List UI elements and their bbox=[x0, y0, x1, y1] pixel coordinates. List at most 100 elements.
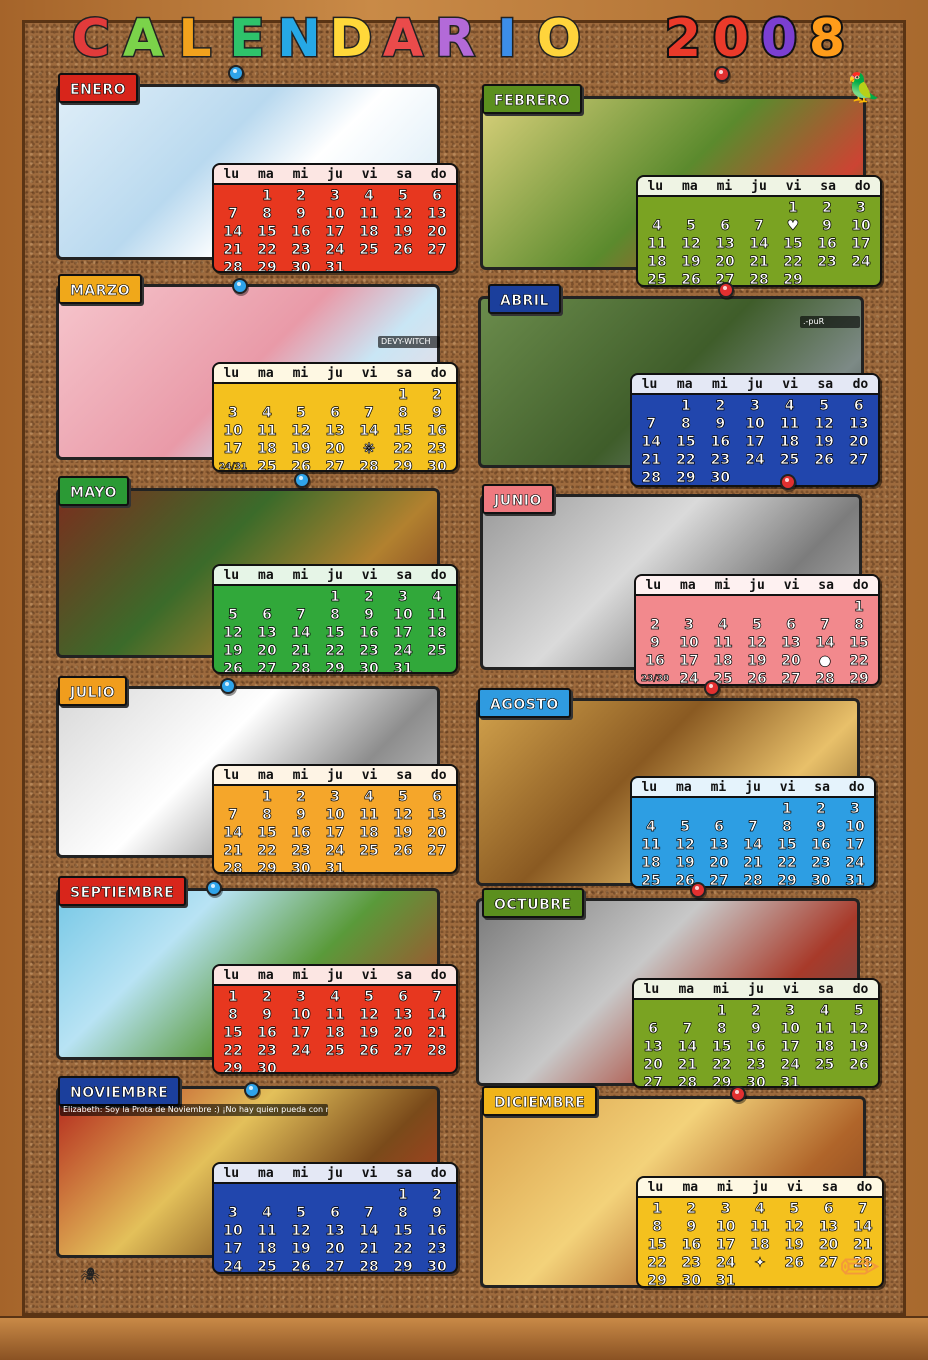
month-label: JULIO bbox=[58, 676, 128, 706]
day-cell: 13 bbox=[325, 423, 345, 440]
push-pin-icon bbox=[780, 474, 796, 490]
day-cell: 23/30 bbox=[640, 674, 670, 684]
day-cell bbox=[708, 199, 742, 217]
day-cell: 7 bbox=[748, 819, 758, 836]
day-cell: 16 bbox=[710, 434, 731, 451]
day-cell: 21 bbox=[223, 242, 243, 259]
month-label: MARZO bbox=[58, 274, 143, 304]
day-cell: 4 bbox=[364, 789, 374, 806]
day-cell bbox=[640, 199, 674, 217]
day-grid: 1 2 3 4 5 6 7 ♥ 9 10 11 12 13 14 15 16 17 18 19 20 21 22 23 24 2… bbox=[638, 197, 880, 285]
day-cell: 2 bbox=[816, 801, 826, 818]
day-cell: 5 bbox=[364, 989, 374, 1006]
day-cell: 28 bbox=[359, 459, 379, 472]
day-cell: 7 bbox=[364, 1205, 374, 1222]
weekday-label: vi bbox=[361, 1166, 378, 1181]
day-cell: 26 bbox=[814, 452, 834, 469]
weekday-label: do bbox=[852, 982, 869, 997]
weekday-label: vi bbox=[779, 780, 796, 795]
day-cell: 20 bbox=[427, 825, 447, 842]
day-cell: 13 bbox=[818, 1219, 839, 1236]
day-cell: 22 bbox=[777, 855, 797, 872]
day-cell: 11 bbox=[647, 236, 667, 253]
day-cell: 19 bbox=[784, 1237, 805, 1254]
day-cell: 17 bbox=[325, 224, 345, 241]
day-cell: 8 bbox=[680, 416, 691, 433]
day-cell: 6 bbox=[823, 1201, 834, 1218]
day-cell: 5 bbox=[853, 1003, 864, 1020]
push-pin-icon bbox=[704, 680, 720, 696]
day-cell: 1 bbox=[854, 599, 864, 616]
day-cell bbox=[352, 386, 386, 404]
weekday-label: ma bbox=[676, 780, 692, 795]
day-cell: 28 bbox=[223, 260, 243, 273]
day-cell: 17 bbox=[715, 1237, 736, 1254]
day-cell: 25 bbox=[427, 643, 447, 660]
day-cell: 17 bbox=[223, 441, 243, 458]
day-cell: 24 bbox=[715, 1255, 736, 1272]
day-cell: 19 bbox=[393, 224, 413, 241]
day-cell: 22 bbox=[783, 254, 803, 271]
month-label: MAYO bbox=[58, 476, 129, 506]
weekday-label: mi bbox=[292, 167, 309, 182]
weekday-label: ju bbox=[327, 1166, 343, 1181]
weekday-header: lu ma mi ju vi sa do bbox=[634, 980, 878, 1000]
day-cell: 6 bbox=[720, 218, 730, 235]
day-cell: 21 bbox=[291, 643, 311, 660]
day-cell: 1 bbox=[788, 200, 798, 217]
day-cell: 26 bbox=[393, 242, 413, 259]
day-cell: 29 bbox=[676, 470, 696, 486]
day-cell: 14 bbox=[743, 837, 763, 854]
day-cell: 4 bbox=[646, 819, 656, 836]
push-pin-icon bbox=[690, 882, 706, 898]
day-cell: 29 bbox=[393, 459, 413, 472]
day-cell: 25 bbox=[257, 459, 277, 472]
day-cell: 23 bbox=[257, 1043, 277, 1060]
day-cell: 3 bbox=[330, 188, 340, 205]
weekday-label: do bbox=[430, 968, 447, 983]
day-cell: 26 bbox=[393, 843, 413, 860]
day-cell: 24/31 bbox=[218, 462, 248, 472]
weekday-label: vi bbox=[361, 366, 378, 381]
day-cell: 27 bbox=[643, 1075, 663, 1088]
day-cell bbox=[216, 187, 250, 205]
day-cell: 14 bbox=[641, 434, 662, 451]
day-cell: 8 bbox=[228, 1007, 238, 1024]
year-digit: 0 bbox=[759, 7, 799, 71]
day-cell: 23 bbox=[427, 441, 447, 458]
weekday-label: ma bbox=[678, 982, 695, 997]
day-cell: 12 bbox=[784, 1219, 805, 1236]
day-cell: 20 bbox=[427, 224, 447, 241]
day-cell: 12 bbox=[393, 807, 413, 824]
day-cell: 12 bbox=[291, 1223, 311, 1240]
day-cell: 26 bbox=[223, 661, 243, 674]
day-cell: 13 bbox=[325, 1223, 345, 1240]
day-cell: 19 bbox=[359, 1025, 379, 1042]
day-cell: 20 bbox=[715, 254, 735, 271]
weekday-label: mi bbox=[292, 768, 309, 783]
day-cell: 6 bbox=[398, 989, 408, 1006]
day-cell: 18 bbox=[257, 1241, 277, 1258]
day-cell: 8 bbox=[854, 617, 864, 634]
day-cell: 31 bbox=[845, 873, 865, 888]
day-cell: 2 bbox=[650, 617, 660, 634]
year-digit: 8 bbox=[807, 7, 847, 71]
day-cell: 21 bbox=[743, 855, 763, 872]
day-cell: 30 bbox=[291, 861, 311, 874]
day-cell: 16 bbox=[746, 1039, 766, 1056]
day-cell: 21 bbox=[641, 452, 662, 469]
day-grid: 1 2 3 4 5 6 7 8 9 10 11 12 13 14 15 16 17 18 19 20 21 22 23 24 2… bbox=[214, 586, 456, 674]
title-letter: A bbox=[381, 8, 424, 71]
title-letter: I bbox=[496, 8, 518, 71]
day-cell: 24 bbox=[393, 643, 413, 660]
weekday-label: mi bbox=[717, 1180, 733, 1195]
day-cell: 20 bbox=[393, 1025, 413, 1042]
day-cell: 14 bbox=[223, 224, 243, 241]
day-cell: 9 bbox=[751, 1021, 761, 1038]
day-cell: 18 bbox=[750, 1237, 770, 1254]
day-cell: 23 bbox=[681, 1255, 702, 1272]
day-cell: 25 bbox=[359, 242, 379, 259]
day-cell: 6 bbox=[432, 789, 442, 806]
month-label: OCTUBRE bbox=[482, 888, 584, 918]
day-cell: 25 bbox=[779, 452, 800, 469]
